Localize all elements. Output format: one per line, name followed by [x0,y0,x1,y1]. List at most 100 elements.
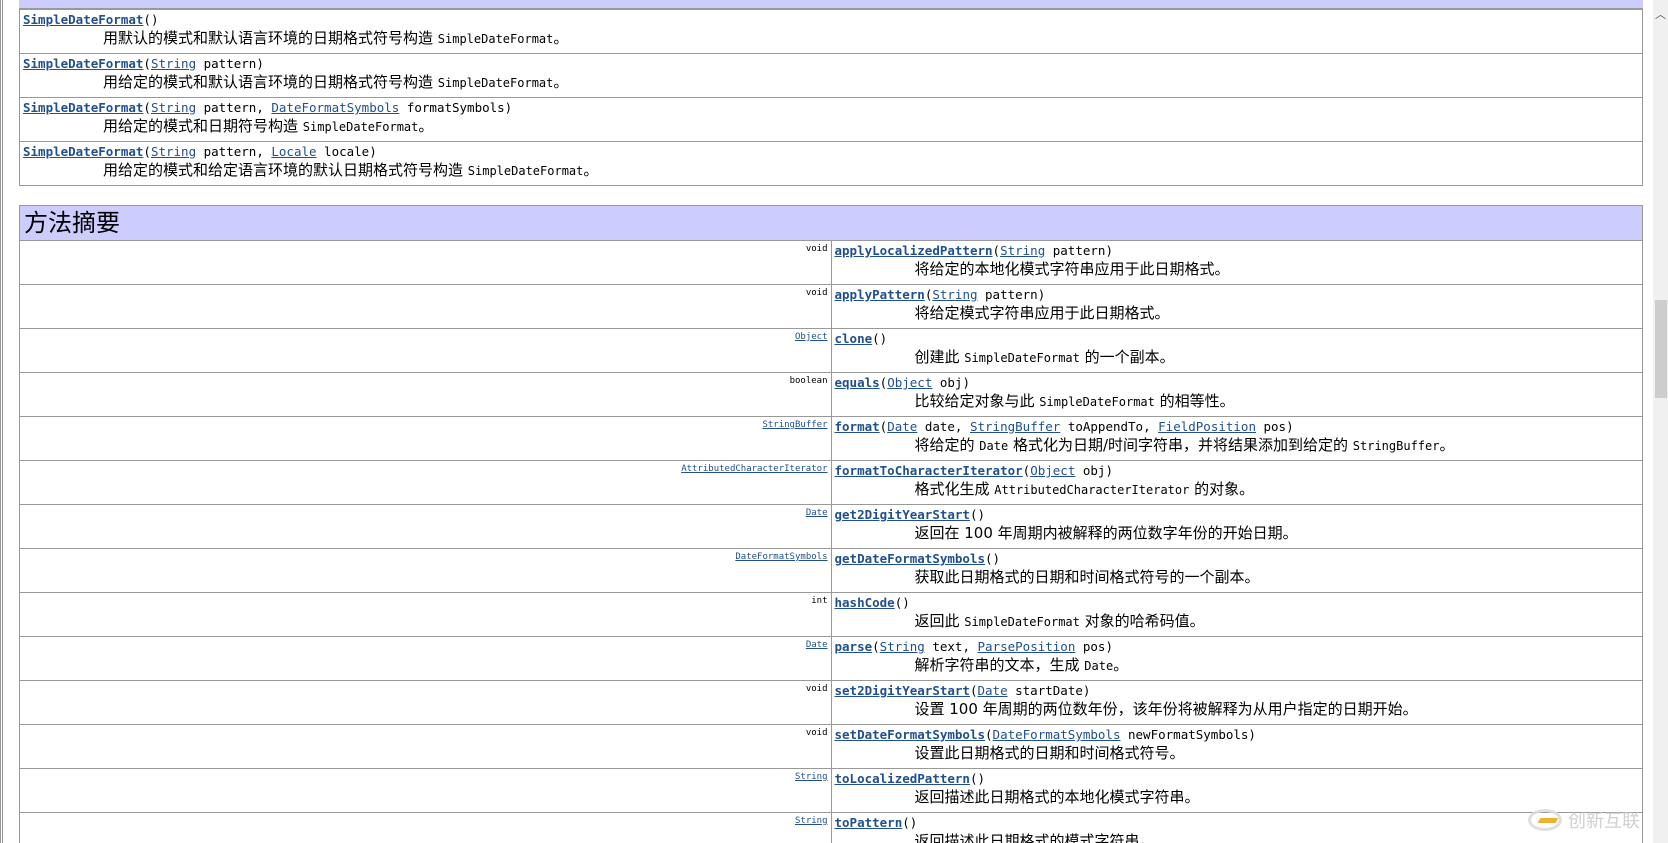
code-text: SimpleDateFormat [437,32,554,46]
constructor-cell: SimpleDateFormat(String pattern, Locale … [19,141,1643,186]
param-type-link[interactable]: StringBuffer [970,419,1060,434]
return-type-cell: void [19,284,832,329]
param-type-link[interactable]: Date [978,683,1008,698]
constructor-cell: SimpleDateFormat(String pattern, DateFor… [19,97,1643,142]
description: 比较给定对象与此 SimpleDateFormat 的相等性。 [835,391,1640,412]
param-text: pattern [1045,243,1106,258]
method-cell: set2DigitYearStart(Date startDate) 设置 100… [830,680,1643,725]
param-type-link[interactable]: String [151,100,196,115]
paren: ) [977,507,986,522]
param-type-link[interactable]: String [151,56,196,71]
signature: equals(Object obj) [835,375,1640,391]
param-text: pattern [196,56,257,71]
method-name-link[interactable]: getDateFormatSymbols [835,551,986,566]
method-row: Date get2DigitYearStart() 返回在 100 年周期内被解释的… [19,504,1643,549]
method-name-link[interactable]: formatToCharacterIterator [835,463,1023,478]
signature: formatToCharacterIterator(Object obj) [835,463,1640,479]
return-type-link[interactable]: Date [806,640,828,650]
paren: ( [969,771,978,786]
param-text: formatSymbols [399,100,505,115]
method-name-link[interactable]: get2DigitYearStart [835,507,970,522]
method-name-link[interactable]: SimpleDateFormat [23,12,143,27]
description: 将给定的本地化模式字符串应用于此日期格式。 [835,259,1640,279]
param-type-link[interactable]: String [1000,243,1045,258]
param-type-link[interactable]: DateFormatSymbols [993,727,1121,742]
description-text: 。 [553,29,569,47]
description: 设置此日期格式的日期和时间格式符号。 [835,743,1640,763]
constructor-cell: SimpleDateFormat() 用默认的模式和默认语言环境的日期格式符号构造… [19,9,1643,54]
description-text: 。 [418,117,434,135]
description-text: 对象的哈希码值。 [1079,612,1205,630]
method-name-link[interactable]: set2DigitYearStart [835,683,970,698]
param-type-link[interactable]: ParsePosition [978,639,1076,654]
return-type-link[interactable]: Date [806,508,828,518]
constructor-row: SimpleDateFormat(String pattern, DateFor… [19,97,1643,142]
description-text: 返回此 [914,612,965,630]
code-text: SimpleDateFormat [1039,395,1155,409]
scroll-up-arrow-icon[interactable]: ︿ [1655,6,1666,22]
description-text: 。 [1113,656,1129,674]
return-type-link[interactable]: AttributedCharacterIterator [681,464,827,474]
paren: ) [1037,287,1046,302]
param-type-link[interactable]: Date [887,419,917,434]
return-type-link[interactable]: String [795,772,828,782]
method-row: boolean equals(Object obj) 比较给定对象与此 Simple… [19,372,1643,417]
signature: getDateFormatSymbols() [835,551,1640,567]
return-type-link[interactable]: DateFormatSymbols [735,552,827,562]
param-type-link[interactable]: DateFormatSymbols [271,100,399,115]
paren: ) [1248,727,1256,742]
paren: ( [143,144,151,159]
method-name-link[interactable]: SimpleDateFormat [23,56,143,71]
method-cell: applyPattern(String pattern) 将给定模式字符串应用于此… [830,284,1643,329]
return-type-link[interactable]: Object [795,332,828,342]
param-type-link[interactable]: Object [1030,463,1075,478]
method-cell: clone() 创建此 SimpleDateFormat 的一个副本。 [830,328,1643,373]
param-type-link[interactable]: Object [887,375,932,390]
method-name-link[interactable]: format [835,419,880,434]
method-cell: getDateFormatSymbols() 获取此日期格式的日期和时间格式符号的… [830,548,1643,593]
method-name-link[interactable]: hashCode [835,595,895,610]
vertical-scrollbar[interactable]: ︿ [1653,0,1668,843]
description: 将给定模式字符串应用于此日期格式。 [835,303,1640,323]
method-name-link[interactable]: equals [835,375,880,390]
param-type-link[interactable]: Locale [271,144,316,159]
return-type-link[interactable]: String [795,816,828,826]
param-text: pattern, [196,144,272,159]
method-cell: toLocalizedPattern() 返回描述此日期格式的本地化模式字符串。 [830,768,1643,813]
method-cell: parse(String text, ParsePosition pos) 解析字… [830,636,1643,681]
param-type-link[interactable]: String [932,287,977,302]
return-type-cell: Object [19,328,832,373]
description-text: 用默认的模式和默认语言环境的日期格式符号构造 [103,29,438,47]
method-name-link[interactable]: clone [835,331,873,346]
method-row: StringBuffer format(Date date, StringBuff… [19,416,1643,461]
signature: set2DigitYearStart(Date startDate) [835,683,1640,699]
paren: ) [369,144,377,159]
method-name-link[interactable]: SimpleDateFormat [23,100,143,115]
method-name-link[interactable]: applyPattern [835,287,925,302]
description-text: 的相等性。 [1154,392,1235,410]
paren: ( [872,639,880,654]
return-type: boolean [789,376,828,386]
method-name-link[interactable]: toLocalizedPattern [835,771,970,786]
method-name-link[interactable]: toPattern [835,815,903,830]
method-name-link[interactable]: SimpleDateFormat [23,144,143,159]
signature: applyPattern(String pattern) [835,287,1640,303]
scrollbar-thumb[interactable] [1655,300,1667,398]
frame-border [0,0,8,843]
param-type-link[interactable]: FieldPosition [1158,419,1256,434]
description-text: 格式化生成 [914,480,995,498]
param-text: startDate [1007,683,1083,698]
paren: ( [969,683,978,698]
return-type-link[interactable]: StringBuffer [762,420,827,430]
return-type-cell: StringBuffer [19,416,832,461]
method-row: int hashCode() 返回此 SimpleDateFormat 对象的哈希码… [19,592,1643,637]
method-row: Object clone() 创建此 SimpleDateFormat 的一个副本。 [19,328,1643,373]
method-name-link[interactable]: applyLocalizedPattern [835,243,993,258]
paren: ) [992,551,1001,566]
paren: ) [1105,243,1113,258]
param-type-link[interactable]: String [880,639,925,654]
param-type-link[interactable]: String [151,144,196,159]
method-name-link[interactable]: parse [835,639,873,654]
return-type-cell: Date [19,636,832,681]
method-name-link[interactable]: setDateFormatSymbols [835,727,986,742]
